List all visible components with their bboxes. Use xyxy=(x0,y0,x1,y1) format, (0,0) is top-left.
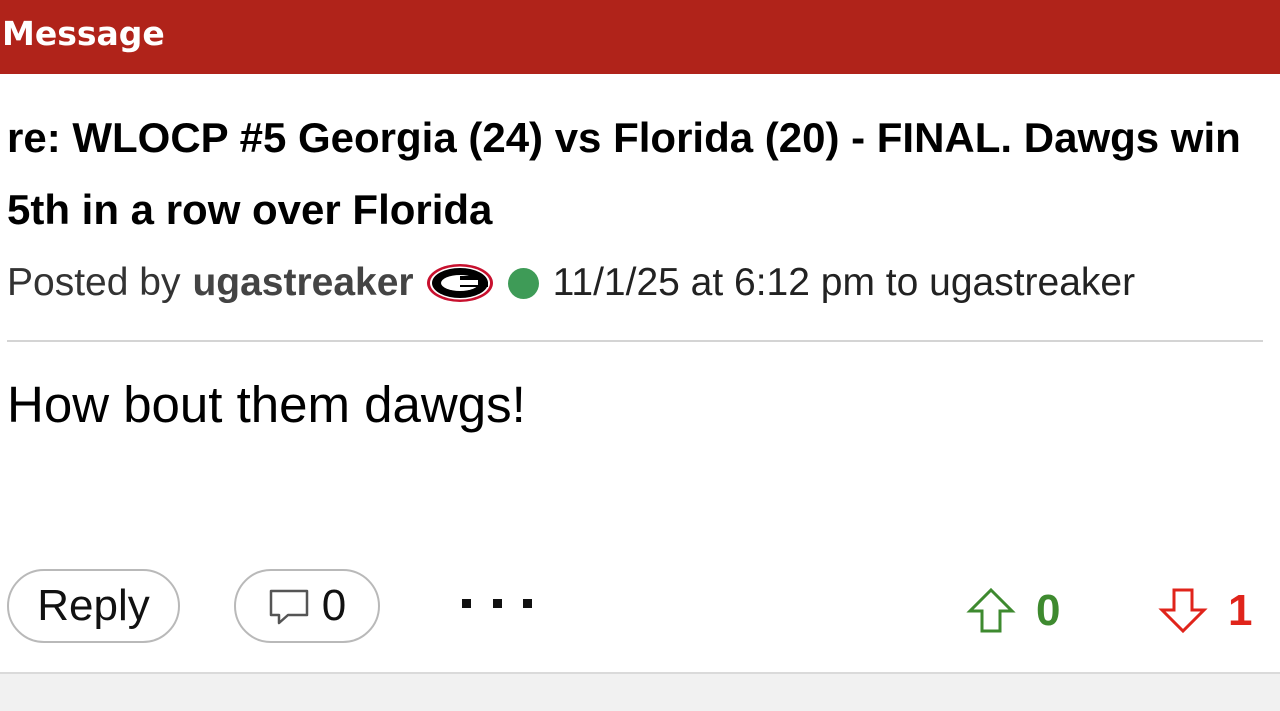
more-options-button[interactable] xyxy=(462,583,532,623)
downvote-button[interactable]: 1 xyxy=(1158,584,1252,638)
posted-by-label: Posted by xyxy=(7,261,181,304)
post-timestamp: 11/1/25 at 6:12 pm to ugastreaker xyxy=(552,261,1136,304)
author-username[interactable]: ugastreaker xyxy=(192,261,413,305)
georgia-g-logo-icon xyxy=(426,263,494,303)
online-status-icon xyxy=(507,267,539,299)
upvote-arrow-icon xyxy=(966,587,1016,633)
comments-button[interactable]: 0 xyxy=(234,569,380,643)
ellipsis-icon xyxy=(492,598,502,608)
downvote-count: 1 xyxy=(1228,586,1253,635)
ellipsis-icon xyxy=(462,598,471,608)
reply-button[interactable]: Reply xyxy=(7,569,180,643)
message-header: Message xyxy=(0,0,1280,74)
post-title: re: WLOCP #5 Georgia (24) vs Florida (20… xyxy=(7,114,1241,233)
header-title: Message xyxy=(2,14,165,53)
ellipsis-icon xyxy=(523,598,532,608)
comment-count: 0 xyxy=(321,581,347,630)
speech-bubble-icon xyxy=(268,587,310,625)
divider xyxy=(7,340,1263,342)
reply-button-label: Reply xyxy=(37,581,150,630)
downvote-arrow-icon xyxy=(1158,588,1208,634)
footer-strip xyxy=(0,672,1280,711)
post-body: How bout them dawgs! xyxy=(7,376,526,433)
upvote-button[interactable]: 0 xyxy=(966,584,1060,638)
post-meta: Posted by ugastreaker 11/1/25 at 6:12 pm… xyxy=(7,258,1135,308)
upvote-count: 0 xyxy=(1036,586,1061,635)
